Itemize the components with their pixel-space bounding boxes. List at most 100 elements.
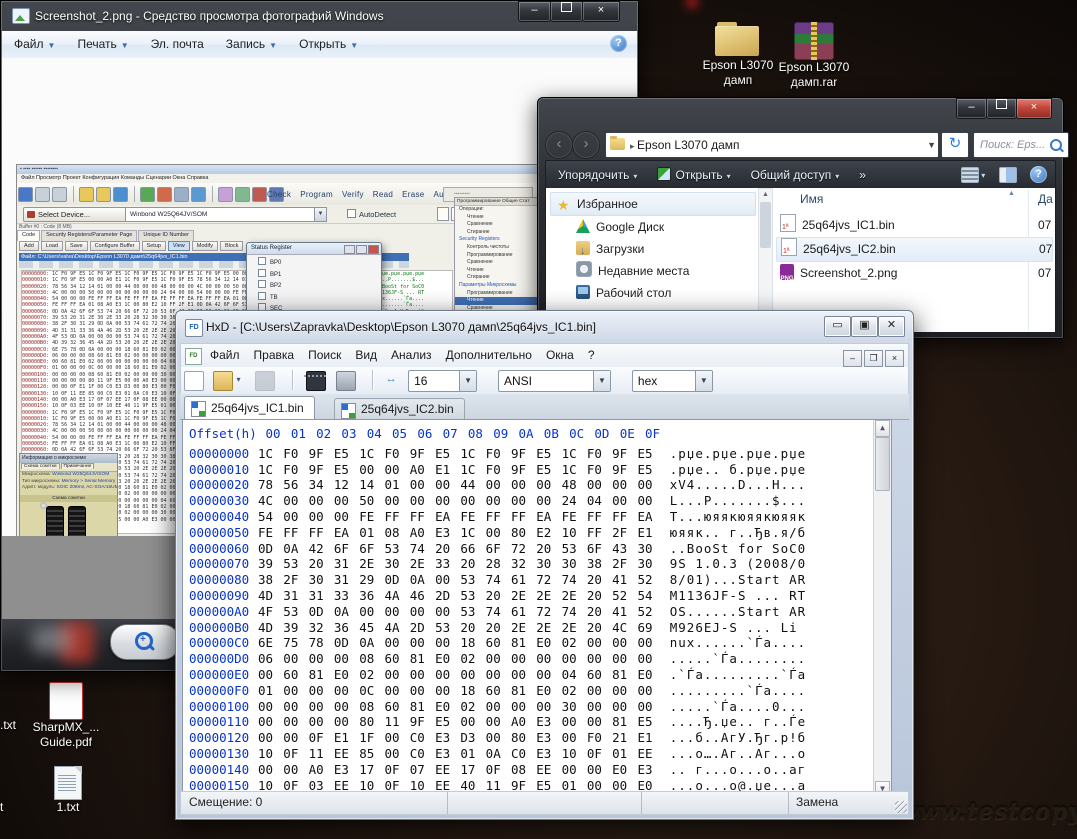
hex-byte[interactable]: 00 [435,572,460,587]
hex-byte[interactable]: FE [460,509,485,524]
hex-byte[interactable]: 28 [486,556,511,571]
hex-byte[interactable]: 60 [384,699,409,714]
hex-byte[interactable]: 4C [258,493,283,508]
menu-item-4[interactable]: Запись▼ [226,37,277,51]
preview-pane-icon[interactable] [999,167,1017,183]
hex-byte[interactable]: 60 [486,683,511,698]
hex-byte[interactable]: 30 [562,556,587,571]
hex-byte[interactable]: D3 [460,730,485,745]
hex-byte[interactable]: 00 [536,493,561,508]
hex-byte[interactable]: 00 [283,683,308,698]
hex-byte[interactable]: 36 [359,588,384,603]
hex-byte[interactable]: 52 [637,604,662,619]
hex-byte[interactable]: 2E [511,620,536,635]
hex-byte[interactable]: FF [486,509,511,524]
hex-byte[interactable]: 0F [384,762,409,777]
hex-byte[interactable]: 00 [460,714,485,729]
hex-byte[interactable]: 2E [562,588,587,603]
hex-byte[interactable]: 72 [536,572,561,587]
hex-byte[interactable]: 00 [410,477,435,492]
hex-byte[interactable]: 00 [410,635,435,650]
hex-byte[interactable]: 0D [309,604,334,619]
hex-byte[interactable]: 08 [384,525,409,540]
hex-byte[interactable]: E1 [435,462,460,477]
hex-byte[interactable]: 08 [359,651,384,666]
close-button[interactable]: × [582,1,620,22]
hex-byte[interactable]: 00 [384,730,409,745]
hex-byte[interactable]: 6F [486,541,511,556]
hex-byte[interactable]: 53 [283,604,308,619]
hex-byte[interactable]: E0 [637,667,662,682]
hex-byte[interactable]: 00 [435,683,460,698]
hex-byte[interactable]: 2D [435,588,460,603]
hex-byte[interactable]: 85 [359,746,384,761]
hex-byte[interactable]: 00 [486,493,511,508]
hex-byte[interactable]: 01 [258,683,283,698]
hex-byte[interactable]: 00 [587,699,612,714]
hex-byte[interactable]: 00 [612,493,637,508]
hex-byte[interactable]: 75 [283,635,308,650]
hex-row[interactable]: 000000B04D393236454A2D5320202E2E2E204C69… [183,620,891,636]
hex-byte[interactable]: E5 [637,446,662,461]
hex-byte[interactable]: 72 [511,541,536,556]
hex-row[interactable]: 000000D006000000086081E00200000000000000… [183,651,891,667]
hex-byte[interactable]: 74 [410,541,435,556]
hex-byte[interactable]: 45 [359,620,384,635]
hex-byte[interactable]: A0 [309,762,334,777]
hex-byte[interactable]: A0 [511,714,536,729]
encoding-select[interactable]: ANSI▼ [498,370,611,392]
hex-byte[interactable]: 30 [536,556,561,571]
hex-byte[interactable]: EA [435,509,460,524]
hex-byte[interactable]: 31 [334,556,359,571]
hex-byte[interactable]: 00 [637,635,662,650]
hex-row[interactable]: 000000A04F530D0A000000005374617274204152… [183,604,891,620]
hex-byte[interactable]: 39 [258,556,283,571]
hex-byte[interactable]: 21 [612,730,637,745]
search-input[interactable]: Поиск: Eps... [973,132,1069,158]
table-row[interactable]: 25q64jvs_IC2.bin07 [776,237,1053,262]
hex-byte[interactable]: 04 [562,667,587,682]
hex-byte[interactable]: EE [334,746,359,761]
mdi-child-buttons[interactable]: –❐× [841,348,904,367]
hex-row[interactable]: 00000130100F11EE8500C0E3010AC0E3100F01EE… [183,746,891,762]
hex-byte[interactable]: E0 [536,635,561,650]
hex-byte[interactable]: 31 [334,572,359,587]
hex-byte[interactable]: 78 [309,635,334,650]
hex-byte[interactable]: 00 [587,635,612,650]
hex-byte[interactable]: 52 [612,588,637,603]
hex-byte[interactable]: 78 [258,477,283,492]
hex-byte[interactable]: 9F [612,446,637,461]
hex-byte[interactable]: E0 [435,699,460,714]
hex-byte[interactable]: E3 [435,730,460,745]
hex-byte[interactable]: 0A [486,746,511,761]
hex-byte[interactable]: 53 [384,541,409,556]
hex-byte[interactable]: 48 [562,477,587,492]
hex-byte[interactable]: 00 [486,651,511,666]
hex-byte[interactable]: 00 [435,667,460,682]
maximize-button[interactable] [550,1,583,22]
hex-byte[interactable]: 0F [486,762,511,777]
hex-byte[interactable]: 07 [410,762,435,777]
hex-byte[interactable]: 00 [637,493,662,508]
hex-byte[interactable]: 00 [536,477,561,492]
hex-byte[interactable]: 74 [562,604,587,619]
hex-byte[interactable]: 80 [511,730,536,745]
hex-byte[interactable]: 42 [309,541,334,556]
sidebar-item-gdrive[interactable]: Google Диск [550,216,756,238]
hex-row[interactable]: 000000101CF09FE50000A0E11CF09FE51CF09FE5… [183,462,891,478]
hxd-restore-button[interactable]: ▣ [851,316,878,337]
command-бщийдоступ[interactable]: Общий доступ▾ [751,168,840,182]
hex-byte[interactable]: 02 [460,651,485,666]
hex-byte[interactable]: 2E [410,556,435,571]
hex-byte[interactable]: 00 [309,683,334,698]
hex-byte[interactable]: 00 [612,477,637,492]
hex-byte[interactable]: 0D [384,572,409,587]
refresh-button[interactable]: ↻ [941,132,969,158]
hex-byte[interactable]: E5 [435,446,460,461]
hex-byte[interactable]: 00 [536,667,561,682]
desktop-icon-txt[interactable]: 1.txt [30,766,106,815]
hex-byte[interactable]: 9F [511,462,536,477]
hex-byte[interactable]: 74 [562,572,587,587]
hex-byte[interactable]: 06 [258,651,283,666]
open-file-icon[interactable] [213,371,233,391]
